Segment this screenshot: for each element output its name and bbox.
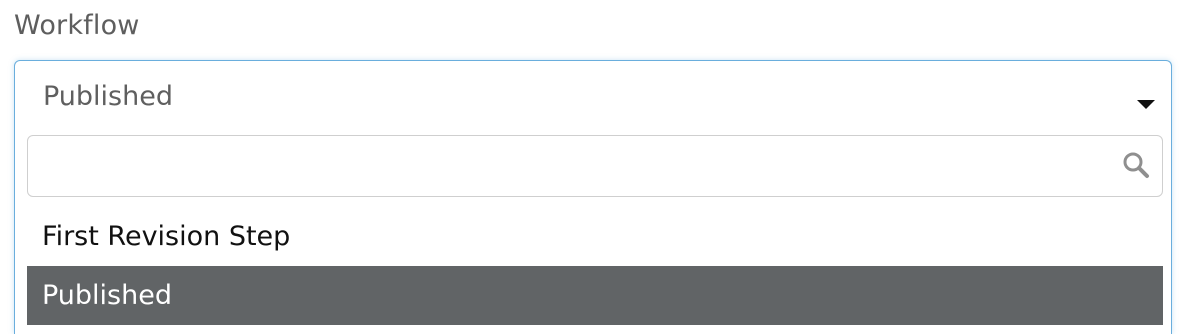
option-first-revision-step[interactable]: First Revision Step — [27, 207, 1163, 266]
workflow-label: Workflow — [14, 10, 140, 41]
search-input[interactable] — [28, 136, 1162, 196]
search-box[interactable] — [27, 135, 1163, 197]
option-published[interactable]: Published — [27, 266, 1163, 325]
chevron-down-icon[interactable] — [1137, 100, 1155, 109]
search-icon — [1123, 152, 1149, 178]
workflow-select[interactable]: Published First Revision Step Published — [14, 60, 1172, 334]
select-current-value: Published — [43, 81, 173, 112]
